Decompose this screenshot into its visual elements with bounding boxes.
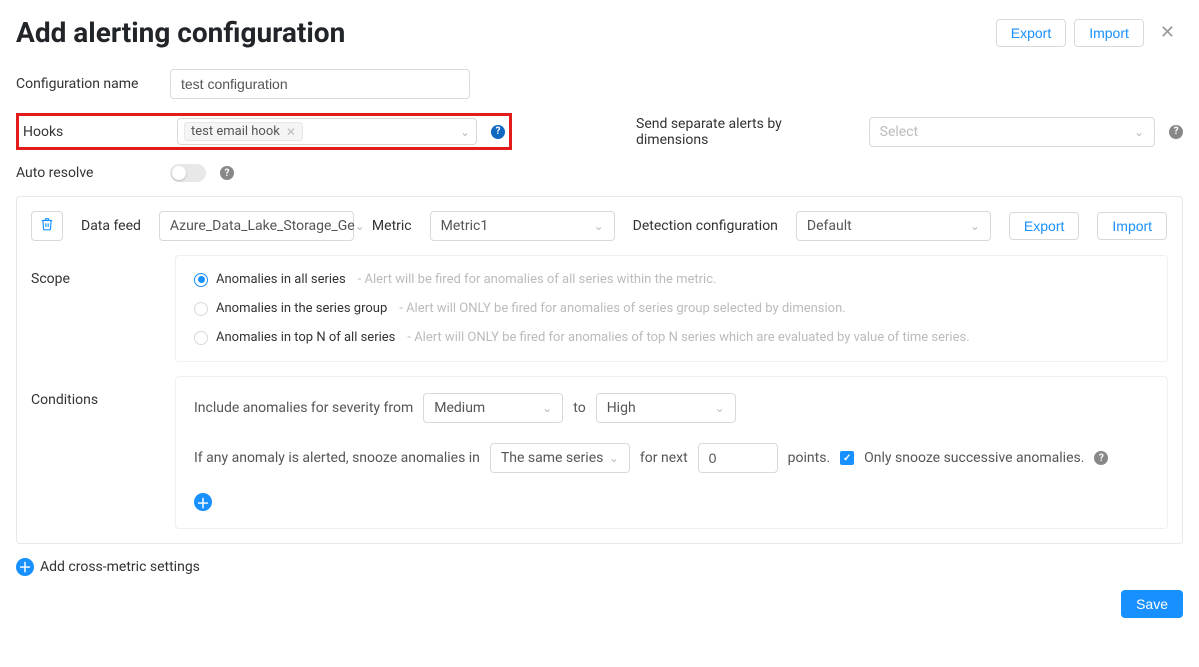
severity-to-value: High xyxy=(607,400,636,416)
trash-icon xyxy=(40,217,54,231)
config-name-label: Configuration name xyxy=(16,76,156,92)
severity-from-select[interactable]: Medium ⌄ xyxy=(423,393,563,423)
metric-export-button[interactable]: Export xyxy=(1009,212,1079,240)
severity-text: Include anomalies for severity from xyxy=(194,400,413,416)
hooks-label: Hooks xyxy=(23,124,163,140)
export-button[interactable]: Export xyxy=(996,19,1066,47)
severity-to-select[interactable]: High ⌄ xyxy=(596,393,736,423)
add-condition-button[interactable]: ＋ xyxy=(194,493,212,511)
metric-config-panel: Data feed Azure_Data_Lake_Storage_Ge ⌄ M… xyxy=(16,196,1183,544)
page-title: Add alerting configuration xyxy=(16,16,345,49)
radio-icon xyxy=(194,273,208,287)
metric-import-button[interactable]: Import xyxy=(1097,212,1167,240)
hooks-highlighted-row: Hooks test email hook ✕ ⌄ ? xyxy=(16,113,512,150)
chevron-down-icon: ⌄ xyxy=(542,401,552,415)
scope-option-all[interactable]: Anomalies in all series - Alert will be … xyxy=(194,272,1149,287)
hook-chip-remove-icon[interactable]: ✕ xyxy=(286,125,296,139)
close-icon[interactable]: ✕ xyxy=(1152,18,1183,47)
scope-option-group[interactable]: Anomalies in the series group - Alert wi… xyxy=(194,301,1149,316)
plus-icon: ＋ xyxy=(16,558,34,576)
help-icon[interactable]: ? xyxy=(1094,451,1108,465)
detection-label: Detection configuration xyxy=(633,218,778,234)
help-icon[interactable]: ? xyxy=(220,166,234,180)
detection-select[interactable]: Default ⌄ xyxy=(796,211,991,241)
points-text: points. xyxy=(788,450,830,466)
scope-option-hint: - Alert will be fired for anomalies of a… xyxy=(358,272,717,287)
metric-select[interactable]: Metric1 ⌄ xyxy=(430,211,615,241)
chevron-down-icon: ⌄ xyxy=(460,125,470,139)
successive-checkbox[interactable]: ✓ xyxy=(840,451,854,465)
scope-option-label: Anomalies in the series group xyxy=(216,301,387,316)
data-feed-label: Data feed xyxy=(81,218,141,234)
radio-icon xyxy=(194,302,208,316)
metric-value: Metric1 xyxy=(441,218,489,234)
add-cross-metric-label: Add cross-metric settings xyxy=(40,559,200,575)
snooze-text: If any anomaly is alerted, snooze anomal… xyxy=(194,450,480,466)
auto-resolve-toggle[interactable] xyxy=(170,164,206,182)
chevron-down-icon: ⌄ xyxy=(594,219,604,233)
for-next-text: for next xyxy=(640,450,688,466)
separate-alerts-placeholder: Select xyxy=(880,124,918,140)
successive-label: Only snooze successive anomalies. xyxy=(864,450,1084,466)
chevron-down-icon: ⌄ xyxy=(609,451,619,465)
import-button[interactable]: Import xyxy=(1074,19,1144,47)
hook-chip: test email hook ✕ xyxy=(184,122,303,141)
scope-section-body: Anomalies in all series - Alert will be … xyxy=(175,255,1168,362)
conditions-section-body: Include anomalies for severity from Medi… xyxy=(175,376,1168,529)
chevron-down-icon: ⌄ xyxy=(715,401,725,415)
chevron-down-icon: ⌄ xyxy=(970,219,980,233)
save-button[interactable]: Save xyxy=(1121,590,1183,618)
scope-section-label: Scope xyxy=(31,255,161,362)
hook-chip-text: test email hook xyxy=(191,124,280,139)
auto-resolve-label: Auto resolve xyxy=(16,165,156,181)
chevron-down-icon: ⌄ xyxy=(1134,125,1144,139)
add-cross-metric-button[interactable]: ＋ Add cross-metric settings xyxy=(16,558,1183,576)
scope-option-hint: - Alert will ONLY be fired for anomalies… xyxy=(399,301,845,316)
snooze-scope-select[interactable]: The same series ⌄ xyxy=(490,443,630,473)
severity-from-value: Medium xyxy=(434,400,485,416)
snooze-scope-value: The same series xyxy=(501,450,603,466)
config-name-input[interactable] xyxy=(170,69,470,99)
delete-metric-button[interactable] xyxy=(31,211,63,241)
scope-option-label: Anomalies in top N of all series xyxy=(216,330,395,345)
metric-label: Metric xyxy=(372,218,412,234)
hooks-select[interactable]: test email hook ✕ ⌄ xyxy=(177,118,477,145)
snooze-points-input[interactable] xyxy=(698,443,778,473)
help-icon[interactable]: ? xyxy=(491,125,505,139)
data-feed-select[interactable]: Azure_Data_Lake_Storage_Ge ⌄ xyxy=(159,211,354,241)
chevron-down-icon: ⌄ xyxy=(355,219,365,233)
scope-option-hint: - Alert will ONLY be fired for anomalies… xyxy=(407,330,969,345)
separate-alerts-select[interactable]: Select ⌄ xyxy=(869,117,1156,147)
severity-to-word: to xyxy=(573,400,585,416)
separate-alerts-label: Send separate alerts by dimensions xyxy=(636,116,855,148)
radio-icon xyxy=(194,331,208,345)
detection-value: Default xyxy=(807,218,852,234)
scope-option-topn[interactable]: Anomalies in top N of all series - Alert… xyxy=(194,330,1149,345)
data-feed-value: Azure_Data_Lake_Storage_Ge xyxy=(170,218,355,234)
scope-option-label: Anomalies in all series xyxy=(216,272,346,287)
help-icon[interactable]: ? xyxy=(1169,125,1183,139)
conditions-section-label: Conditions xyxy=(31,376,161,529)
